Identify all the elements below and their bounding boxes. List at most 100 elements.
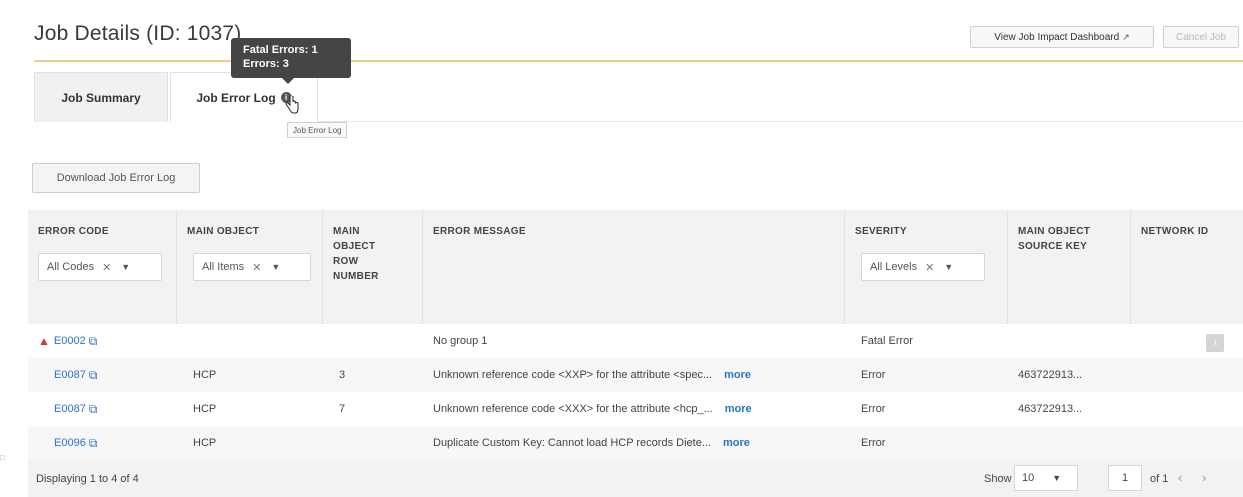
edge-marker: □: [0, 453, 5, 462]
error-code-link[interactable]: E0096: [54, 437, 86, 449]
severity-filter[interactable]: All Levels ✕ ▼: [861, 253, 985, 281]
severity-cell: Error: [861, 403, 886, 415]
page-title: Job Details (ID: 1037): [34, 22, 242, 45]
page-size-value: 10: [1022, 472, 1035, 484]
table-row[interactable]: ▲ E0002 ⧉ No group 1 Fatal Error ›: [28, 324, 1243, 358]
tab-underline: [318, 121, 1243, 122]
table-row[interactable]: E0087 ⧉ HCP 3 Unknown reference code <XX…: [28, 358, 1243, 392]
view-job-impact-dashboard-button[interactable]: View Job Impact Dashboard ↗: [970, 26, 1154, 48]
chevron-down-icon: ▼: [1052, 473, 1062, 483]
table-header: ERROR CODE All Codes ✕ ▼ MAIN OBJECT All…: [28, 210, 1243, 324]
filter-value: All Codes: [47, 261, 95, 273]
impact-button-label: View Job Impact Dashboard: [994, 31, 1120, 43]
tooltip-arrow: [282, 78, 294, 84]
error-code-link[interactable]: E0087: [54, 403, 86, 415]
external-link-icon[interactable]: ⧉: [89, 334, 98, 349]
tooltip-fatal-errors: Fatal Errors: 1: [243, 44, 318, 56]
main-object-cell: [193, 324, 313, 358]
page-size-select[interactable]: 10 ▼: [1014, 465, 1078, 491]
column-main-object: MAIN OBJECT All Items ✕ ▼: [177, 210, 323, 324]
column-severity: SEVERITY All Levels ✕ ▼: [845, 210, 1008, 324]
hand-cursor-icon: [285, 96, 299, 114]
row-number-cell: [339, 426, 419, 460]
error-code-cell: ▲ E0002 ⧉: [38, 324, 176, 358]
table-footer: Displaying 1 to 4 of 4 Show 10 ▼ 1 of 1 …: [28, 460, 1243, 497]
next-page-icon[interactable]: ›: [1202, 470, 1206, 485]
error-code-link[interactable]: E0087: [54, 369, 86, 381]
table-row[interactable]: E0096 ⧉ HCP Duplicate Custom Key: Cannot…: [28, 426, 1243, 460]
severity-cell: Fatal Error: [861, 335, 913, 347]
source-key-cell: [1018, 426, 1128, 460]
error-message-cell: Duplicate Custom Key: Cannot load HCP re…: [433, 426, 843, 460]
error-message-text: Unknown reference code <XXP> for the att…: [433, 369, 713, 381]
error-code-filter[interactable]: All Codes ✕ ▼: [38, 253, 162, 281]
download-job-error-log-button[interactable]: Download Job Error Log: [32, 163, 200, 193]
more-link[interactable]: more: [724, 369, 751, 381]
column-title: MAIN OBJECT ROW NUMBER: [333, 226, 379, 282]
severity-cell: Error: [861, 369, 886, 381]
column-title: ERROR MESSAGE: [433, 226, 526, 237]
external-link-icon[interactable]: ⧉: [89, 436, 98, 451]
clear-icon[interactable]: ✕: [102, 261, 111, 274]
row-number-cell: 7: [339, 403, 346, 415]
chevron-down-icon[interactable]: ▼: [121, 262, 130, 272]
external-link-icon[interactable]: ⧉: [89, 368, 98, 383]
column-row-number: MAIN OBJECT ROW NUMBER: [323, 210, 423, 324]
page-number-input[interactable]: 1: [1108, 465, 1142, 491]
error-count-tooltip: Fatal Errors: 1 Errors: 3: [231, 38, 351, 78]
clear-icon[interactable]: ✕: [252, 261, 261, 274]
filter-value: All Items: [202, 261, 245, 273]
source-key-cell: [1018, 324, 1128, 358]
header-divider: [34, 60, 1243, 62]
column-title: NETWORK ID: [1141, 226, 1209, 237]
clear-icon[interactable]: ✕: [925, 261, 934, 274]
tab-label: Job Error Log: [196, 90, 276, 105]
error-message-cell: No group 1: [433, 324, 843, 358]
page-header: Job Details (ID: 1037) View Job Impact D…: [0, 0, 1243, 62]
column-title: MAIN OBJECT: [187, 226, 260, 237]
tab-job-summary[interactable]: Job Summary: [34, 72, 168, 122]
chevron-down-icon[interactable]: ▼: [944, 262, 953, 272]
row-number-cell: [339, 324, 419, 358]
error-code-cell: E0087 ⧉: [54, 392, 176, 426]
page-count-label: of 1: [1150, 473, 1169, 485]
cancel-job-button[interactable]: Cancel Job: [1163, 26, 1239, 48]
tab-bar: Job Summary Job Error Log i: [34, 72, 1243, 122]
error-message-text: Duplicate Custom Key: Cannot load HCP re…: [433, 437, 711, 449]
main-object-cell: HCP: [193, 403, 217, 415]
tab-hint-tooltip: Job Error Log: [287, 122, 348, 138]
column-title: SEVERITY: [855, 226, 907, 237]
main-object-cell: HCP: [193, 437, 217, 449]
column-title: MAIN OBJECT SOURCE KEY: [1018, 226, 1091, 252]
column-network-id: NETWORK ID: [1131, 210, 1243, 324]
filter-value: All Levels: [870, 261, 918, 273]
external-link-icon[interactable]: ⧉: [89, 402, 98, 417]
column-error-code: ERROR CODE All Codes ✕ ▼: [28, 210, 177, 324]
column-error-message: ERROR MESSAGE: [423, 210, 845, 324]
error-code-cell: E0087 ⧉: [54, 358, 176, 392]
error-code-link[interactable]: E0002: [54, 335, 86, 347]
severity-cell: Error: [861, 437, 886, 449]
previous-page-icon[interactable]: ‹: [1178, 470, 1182, 485]
external-link-icon: ↗: [1122, 31, 1130, 42]
column-title: ERROR CODE: [38, 226, 109, 237]
warning-triangle-icon: ▲: [38, 334, 50, 348]
error-message-text: Unknown reference code <XXX> for the att…: [433, 403, 713, 415]
more-link[interactable]: more: [723, 437, 750, 449]
row-detail-button[interactable]: ›: [1206, 334, 1224, 352]
tooltip-errors: Errors: 3: [243, 58, 289, 70]
error-message-cell: Unknown reference code <XXP> for the att…: [433, 358, 843, 392]
error-code-cell: E0096 ⧉: [54, 426, 176, 460]
error-message-text: No group 1: [433, 335, 488, 347]
main-object-filter[interactable]: All Items ✕ ▼: [193, 253, 311, 281]
column-source-key: MAIN OBJECT SOURCE KEY: [1008, 210, 1131, 324]
chevron-down-icon[interactable]: ▼: [271, 262, 280, 272]
source-key-cell: 463722913...: [1018, 369, 1083, 381]
more-link[interactable]: more: [725, 403, 752, 415]
pagination-status: Displaying 1 to 4 of 4: [36, 473, 139, 485]
main-object-cell: HCP: [193, 369, 217, 381]
source-key-cell: 463722913...: [1018, 403, 1083, 415]
chevron-right-icon: ›: [1213, 337, 1217, 349]
row-number-cell: 3: [339, 369, 346, 381]
table-row[interactable]: E0087 ⧉ HCP 7 Unknown reference code <XX…: [28, 392, 1243, 426]
